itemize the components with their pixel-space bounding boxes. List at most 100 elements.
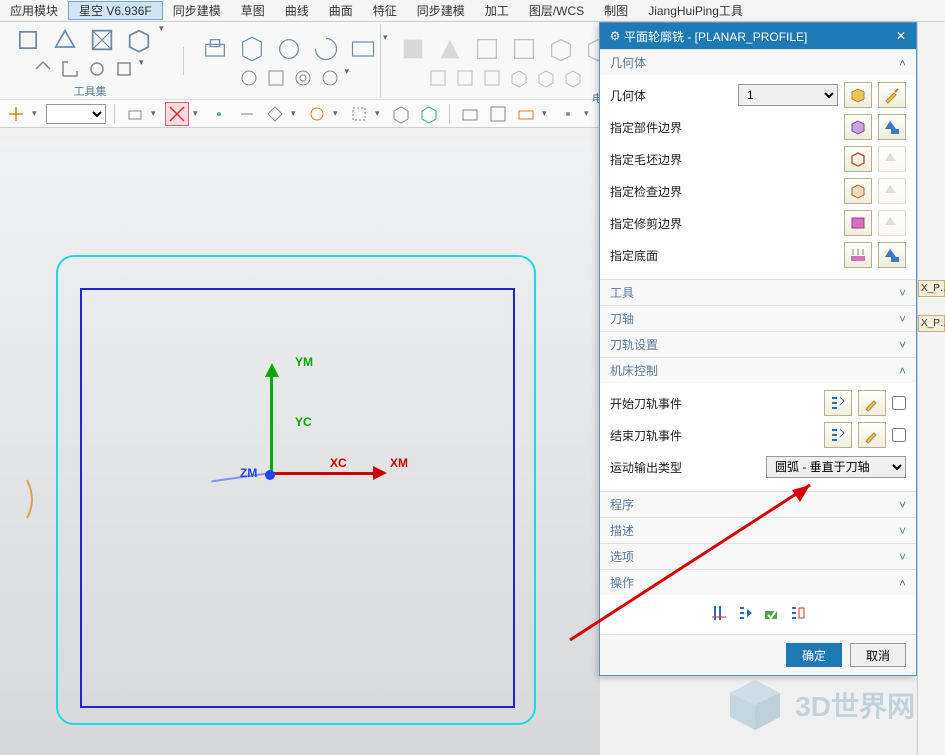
toolbar-combo[interactable] bbox=[46, 104, 106, 124]
tool-icon[interactable] bbox=[31, 57, 55, 81]
tool-icon[interactable] bbox=[48, 23, 82, 57]
tool-icon[interactable] bbox=[264, 66, 288, 90]
tool-icon[interactable] bbox=[318, 66, 342, 90]
tool-icon[interactable] bbox=[514, 102, 538, 126]
viewport-3d[interactable]: YM YC XC XM ZM bbox=[0, 140, 600, 755]
section-description[interactable]: 描述˅ bbox=[600, 517, 916, 543]
chevron-down-icon[interactable]: ▾ bbox=[375, 108, 385, 119]
chevron-down-icon[interactable]: ▾ bbox=[159, 23, 169, 57]
start-event-list-button[interactable] bbox=[824, 390, 852, 416]
chevron-down-icon[interactable]: ▾ bbox=[193, 108, 203, 119]
ok-button[interactable]: 确定 bbox=[786, 643, 842, 667]
chevron-down-icon[interactable]: ▾ bbox=[139, 57, 149, 81]
menu-item[interactable]: 同步建模 bbox=[407, 2, 475, 19]
generate-button[interactable] bbox=[709, 603, 729, 626]
menu-item-active[interactable]: 星空 V6.936F bbox=[68, 1, 163, 20]
tool-icon-highlight[interactable] bbox=[165, 102, 189, 126]
menu-item[interactable]: 图层/WCS bbox=[519, 2, 594, 19]
end-event-edit-button[interactable] bbox=[858, 422, 886, 448]
tool-icon[interactable] bbox=[534, 66, 558, 90]
tool-icon[interactable] bbox=[272, 32, 306, 66]
menu-item[interactable]: 特征 bbox=[363, 2, 407, 19]
chevron-down-icon[interactable]: ▾ bbox=[151, 108, 161, 119]
tool-icon[interactable] bbox=[458, 102, 482, 126]
tool-icon[interactable] bbox=[291, 66, 315, 90]
close-icon[interactable]: ✕ bbox=[892, 29, 910, 43]
chevron-down-icon[interactable]: ▾ bbox=[584, 108, 594, 119]
tool-icon[interactable] bbox=[112, 57, 136, 81]
menu-item[interactable]: JiangHuiPing工具 bbox=[638, 2, 753, 19]
geometry-select[interactable]: 1 bbox=[738, 84, 838, 106]
tool-icon[interactable] bbox=[235, 32, 269, 66]
tool-icon[interactable] bbox=[347, 102, 371, 126]
display-button[interactable] bbox=[878, 114, 906, 140]
end-event-list-button[interactable] bbox=[824, 422, 852, 448]
tool-icon[interactable] bbox=[486, 102, 510, 126]
section-path[interactable]: 刀轨设置˅ bbox=[600, 331, 916, 357]
tool-icon[interactable] bbox=[433, 32, 467, 66]
start-event-checkbox[interactable] bbox=[892, 396, 906, 410]
tool-icon[interactable] bbox=[122, 23, 156, 57]
menu-item[interactable]: 曲线 bbox=[275, 2, 319, 19]
menu-item[interactable]: 同步建模 bbox=[163, 2, 231, 19]
tool-icon[interactable] bbox=[453, 66, 477, 90]
tool-icon[interactable] bbox=[417, 102, 441, 126]
blank-boundary-button[interactable] bbox=[844, 146, 872, 172]
menu-item[interactable]: 应用模块 bbox=[0, 2, 68, 19]
tool-icon[interactable] bbox=[207, 102, 231, 126]
tool-icon[interactable] bbox=[561, 66, 585, 90]
edit-geometry-button[interactable] bbox=[878, 82, 906, 108]
tool-icon[interactable] bbox=[85, 57, 109, 81]
section-geometry[interactable]: 几何体˄ bbox=[600, 49, 916, 75]
menu-item[interactable]: 草图 bbox=[231, 2, 275, 19]
part-boundary-button[interactable] bbox=[844, 114, 872, 140]
tool-icon[interactable] bbox=[309, 32, 343, 66]
tool-icon[interactable] bbox=[4, 102, 28, 126]
sidebar-tag[interactable]: X_P… bbox=[918, 280, 945, 297]
tool-icon[interactable] bbox=[507, 32, 541, 66]
section-options[interactable]: 选项˅ bbox=[600, 543, 916, 569]
list-button[interactable] bbox=[787, 603, 807, 626]
display-button[interactable] bbox=[878, 242, 906, 268]
check-boundary-button[interactable] bbox=[844, 178, 872, 204]
motion-type-select[interactable]: 圆弧 - 垂直于刀轴 bbox=[766, 456, 906, 478]
tool-icon[interactable] bbox=[263, 102, 287, 126]
section-axis[interactable]: 刀轴˅ bbox=[600, 305, 916, 331]
tool-icon[interactable] bbox=[480, 66, 504, 90]
section-program[interactable]: 程序˅ bbox=[600, 491, 916, 517]
chevron-down-icon[interactable]: ▾ bbox=[32, 108, 42, 119]
tool-icon[interactable] bbox=[58, 57, 82, 81]
tool-icon[interactable] bbox=[389, 102, 413, 126]
tool-icon[interactable] bbox=[123, 102, 147, 126]
tool-icon[interactable] bbox=[396, 32, 430, 66]
tool-icon[interactable] bbox=[346, 32, 380, 66]
chevron-down-icon[interactable]: ▾ bbox=[333, 108, 343, 119]
select-geometry-button[interactable] bbox=[844, 82, 872, 108]
tool-icon[interactable] bbox=[198, 32, 232, 66]
sidebar-tag[interactable]: X_P… bbox=[918, 315, 945, 332]
end-event-checkbox[interactable] bbox=[892, 428, 906, 442]
tool-icon[interactable] bbox=[544, 32, 578, 66]
tool-icon[interactable] bbox=[237, 66, 261, 90]
section-tool[interactable]: 工具˅ bbox=[600, 279, 916, 305]
start-event-edit-button[interactable] bbox=[858, 390, 886, 416]
tool-icon[interactable] bbox=[507, 66, 531, 90]
chevron-down-icon[interactable]: ▾ bbox=[291, 108, 301, 119]
tool-icon[interactable] bbox=[470, 32, 504, 66]
tool-icon[interactable] bbox=[556, 102, 580, 126]
replay-button[interactable] bbox=[735, 603, 755, 626]
cancel-button[interactable]: 取消 bbox=[850, 643, 906, 667]
verify-button[interactable] bbox=[761, 603, 781, 626]
chevron-down-icon[interactable]: ▾ bbox=[542, 108, 552, 119]
floor-button[interactable] bbox=[844, 242, 872, 268]
section-machine-control[interactable]: 机床控制˄ bbox=[600, 357, 916, 383]
chevron-down-icon[interactable]: ▾ bbox=[345, 66, 355, 90]
menu-item[interactable]: 制图 bbox=[594, 2, 638, 19]
section-actions[interactable]: 操作˄ bbox=[600, 569, 916, 595]
menu-item[interactable]: 加工 bbox=[475, 2, 519, 19]
tool-icon[interactable] bbox=[235, 102, 259, 126]
tool-icon[interactable] bbox=[305, 102, 329, 126]
trim-boundary-button[interactable] bbox=[844, 210, 872, 236]
tool-icon[interactable] bbox=[426, 66, 450, 90]
menu-item[interactable]: 曲面 bbox=[319, 2, 363, 19]
